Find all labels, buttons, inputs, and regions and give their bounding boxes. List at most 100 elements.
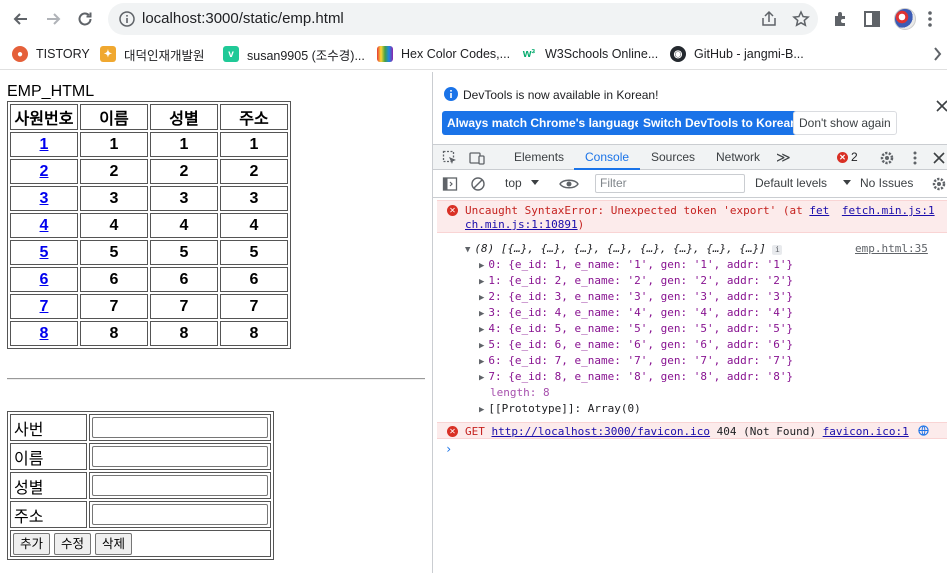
context-dropdown-icon[interactable] [530, 177, 540, 187]
name-input[interactable] [92, 446, 268, 467]
array-item[interactable]: ▶ 5: {e_id: 6, e_name: '6', gen: '6', add… [479, 338, 793, 351]
live-expression-eye-icon[interactable] [559, 176, 579, 192]
dont-show-again-button[interactable]: Don't show again [793, 111, 897, 135]
array-item[interactable]: ▶ 6: {e_id: 7, e_name: '7', gen: '7', add… [479, 354, 793, 367]
gender-label: 성별 [10, 472, 87, 499]
back-button[interactable] [8, 6, 34, 32]
delete-button[interactable]: 삭제 [95, 532, 133, 555]
device-toolbar-icon[interactable] [469, 150, 485, 166]
bookmark-hex-color[interactable]: Hex Color Codes,... [377, 45, 510, 63]
array-source-link[interactable]: emp.html:35 [855, 242, 928, 255]
emp-id-link[interactable]: 4 [40, 217, 49, 234]
gender-input[interactable] [92, 475, 268, 496]
issues-counter[interactable]: No Issues [860, 176, 913, 190]
devtools-menu-icon[interactable] [907, 150, 923, 166]
array-summary[interactable]: ▼ (8) [{…}, {…}, {…}, {…}, {…}, {…}, {…},… [465, 242, 783, 255]
tab-sources[interactable]: Sources [651, 145, 695, 170]
filter-input[interactable]: Filter [595, 174, 745, 193]
favicon-error-line: GET http://localhost:3000/favicon.ico 40… [465, 425, 930, 438]
emp-id-link[interactable]: 8 [40, 325, 49, 342]
tab-console[interactable]: Console [574, 145, 641, 170]
favicon-source-link[interactable]: favicon.ico:1 [823, 425, 909, 438]
emp-id-link[interactable]: 3 [40, 190, 49, 207]
array-item[interactable]: ▶ 7: {e_id: 8, e_name: '8', gen: '8', add… [479, 370, 793, 383]
bookmarks-overflow-icon[interactable] [934, 47, 942, 61]
gender-cell: 8 [150, 321, 218, 346]
banner-message: DevTools is now available in Korean! [463, 88, 659, 102]
share-icon[interactable] [760, 10, 778, 28]
bookmark-github[interactable]: ◉ GitHub - jangmi-B... [670, 45, 804, 63]
collapse-triangle-icon[interactable]: ▶ [479, 309, 484, 319]
emp-no-input[interactable] [92, 417, 268, 438]
tab-elements[interactable]: Elements [514, 145, 564, 170]
emp-id-cell: 6 [10, 267, 78, 292]
inspect-element-icon[interactable] [442, 150, 458, 166]
tab-network[interactable]: Network [716, 145, 760, 170]
emp-id-link[interactable]: 6 [40, 271, 49, 288]
side-panel-icon[interactable] [862, 9, 882, 29]
forward-button[interactable] [40, 6, 66, 32]
syntax-error-source-link[interactable]: fetch.min.js:1 [842, 204, 935, 217]
bookmark-star-icon[interactable] [792, 10, 810, 28]
emp-id-link[interactable]: 5 [40, 244, 49, 261]
more-tabs-button[interactable]: ≫ [776, 145, 791, 170]
emp-id-link[interactable]: 7 [40, 298, 49, 315]
syntax-error-position-link[interactable]: ch.min.js:1:10891 [465, 218, 578, 231]
log-levels-dropdown[interactable]: Default levels [755, 176, 827, 190]
always-match-language-button[interactable]: Always match Chrome's language [442, 111, 647, 135]
array-item[interactable]: ▶ 1: {e_id: 2, e_name: '2', gen: '2', add… [479, 274, 793, 287]
page-title: EMP_HTML [7, 83, 95, 100]
bookmark-daedeok[interactable]: ✦ 대덕인재개발원 [100, 45, 205, 63]
name-cell: 4 [80, 213, 148, 238]
array-item[interactable]: ▶ 3: {e_id: 4, e_name: '4', gen: '4', add… [479, 306, 793, 319]
favicon-url-link[interactable]: http://localhost:3000/favicon.ico [492, 425, 711, 438]
clear-console-icon[interactable] [470, 176, 486, 192]
reload-button[interactable] [72, 6, 98, 32]
close-devtools-icon[interactable] [931, 150, 947, 166]
gender-cell: 5 [150, 240, 218, 265]
emp-id-link[interactable]: 2 [40, 163, 49, 180]
address-cell: 8 [220, 321, 288, 346]
array-item[interactable]: ▶ 2: {e_id: 3, e_name: '3', gen: '3', add… [479, 290, 793, 303]
console-prompt[interactable]: › [445, 442, 452, 456]
profile-avatar[interactable] [894, 8, 916, 30]
collapse-triangle-icon[interactable]: ▶ [479, 261, 484, 271]
add-button[interactable]: 추가 [13, 532, 51, 555]
address-cell [89, 501, 271, 528]
collapse-triangle-icon[interactable]: ▶ [479, 405, 484, 415]
emp-no-label: 사번 [10, 414, 87, 441]
syntax-error-link-fet[interactable]: fet [809, 204, 829, 217]
collapse-triangle-icon[interactable]: ▶ [479, 293, 484, 303]
settings-gear-icon[interactable] [879, 150, 895, 166]
expand-triangle-icon[interactable]: ▼ [465, 245, 470, 255]
array-item[interactable]: ▶ 0: {e_id: 1, e_name: '1', gen: '1', add… [479, 258, 793, 271]
switch-to-korean-button[interactable]: Switch DevTools to Korean [638, 111, 803, 135]
collapse-triangle-icon[interactable]: ▶ [479, 357, 484, 367]
address-bar[interactable]: localhost:3000/static/emp.html [108, 3, 818, 35]
emp-id-cell: 7 [10, 294, 78, 319]
console-settings-gear-icon[interactable] [931, 176, 947, 192]
array-item[interactable]: ▶ 4: {e_id: 5, e_name: '5', gen: '5', add… [479, 322, 793, 335]
close-icon[interactable] [936, 100, 947, 112]
collapse-triangle-icon[interactable]: ▶ [479, 341, 484, 351]
collapse-triangle-icon[interactable]: ▶ [479, 373, 484, 383]
extensions-puzzle-icon[interactable] [831, 9, 851, 29]
array-prototype[interactable]: ▶ [[Prototype]]: Array(0) [479, 402, 641, 415]
context-selector[interactable]: top [505, 176, 522, 190]
collapse-triangle-icon[interactable]: ▶ [479, 325, 484, 335]
bookmark-w3schools[interactable]: w³ W3Schools Online... [521, 45, 658, 63]
chrome-menu-icon[interactable] [928, 10, 932, 28]
network-request-icon[interactable] [918, 425, 930, 436]
emp-id-link[interactable]: 1 [40, 136, 49, 153]
update-button[interactable]: 수정 [54, 532, 92, 555]
address-input[interactable] [92, 504, 268, 525]
request-method: GET [465, 425, 485, 438]
bookmark-susan9905[interactable]: v susan9905 (조수경)... [223, 45, 365, 63]
bookmark-tistory[interactable]: ● TISTORY [12, 45, 90, 63]
url-text: localhost:3000/static/emp.html [142, 10, 344, 27]
levels-dropdown-icon[interactable] [842, 177, 852, 187]
error-count-badge[interactable]: ✕ 2 [837, 150, 858, 164]
site-info-icon[interactable] [118, 10, 136, 28]
collapse-triangle-icon[interactable]: ▶ [479, 277, 484, 287]
sidebar-toggle-icon[interactable] [442, 176, 458, 192]
